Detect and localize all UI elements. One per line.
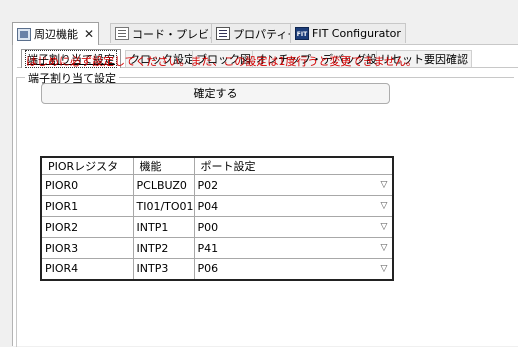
- cell-register: PIOR3: [40, 237, 134, 259]
- cell-register: PIOR4: [40, 258, 134, 280]
- table-row: PIOR3 INTP2 P41 ▽: [40, 237, 394, 259]
- cell-register: PIOR1: [40, 195, 134, 217]
- port-select-value: P00: [197, 220, 219, 234]
- tab-label: FIT Configurator: [312, 27, 401, 40]
- tab-label: 周辺機能: [34, 28, 78, 41]
- port-select[interactable]: P41 ▽: [193, 237, 394, 259]
- tab-peripheral-functions[interactable]: 周辺機能 ✕: [12, 22, 100, 45]
- cell-function: INTP2: [132, 237, 195, 259]
- code-preview-icon: [115, 27, 129, 40]
- tab-fit-configurator[interactable]: FIT FIT Configurator: [290, 23, 406, 43]
- fit-icon: FIT: [295, 27, 309, 40]
- properties-icon: [216, 27, 230, 40]
- chevron-down-icon[interactable]: ▽: [377, 198, 391, 214]
- table-row: PIOR1 TI01/TO01 P04 ▽: [40, 195, 394, 217]
- tab-label: プロパティー: [233, 27, 299, 41]
- port-select[interactable]: P06 ▽: [193, 258, 394, 280]
- port-select-value: P41: [197, 241, 219, 255]
- table-row: PIOR4 INTP3 P06 ▽: [40, 258, 394, 280]
- port-select[interactable]: P00 ▽: [193, 216, 394, 238]
- column-header-port: ポート設定: [193, 156, 394, 175]
- port-select-value: P02: [197, 178, 219, 192]
- close-icon[interactable]: ✕: [84, 27, 94, 41]
- chevron-down-icon[interactable]: ▽: [377, 261, 391, 277]
- confirm-button[interactable]: 確定する: [41, 83, 390, 104]
- cell-register: PIOR0: [40, 174, 134, 196]
- cell-function: INTP1: [132, 216, 195, 238]
- chevron-down-icon[interactable]: ▽: [377, 240, 391, 256]
- chip-icon: [17, 27, 31, 41]
- port-select[interactable]: P04 ▽: [193, 195, 394, 217]
- chevron-down-icon[interactable]: ▽: [377, 177, 391, 193]
- notice-text: はじめに必ず設定してください。また、この設定は1度行うと変更できません。: [26, 55, 418, 68]
- port-select[interactable]: P02 ▽: [193, 174, 394, 196]
- cell-register: PIOR2: [40, 216, 134, 238]
- cell-function: INTP3: [132, 258, 195, 280]
- column-header-function: 機能: [132, 156, 195, 175]
- column-header-pior: PIORレジスタ: [40, 156, 134, 175]
- pior-table: PIORレジスタ 機能 ポート設定 PIOR0 PCLBUZ0 P02 ▽ PI…: [40, 156, 394, 281]
- table-row: PIOR2 INTP1 P00 ▽: [40, 216, 394, 238]
- table-header-row: PIORレジスタ 機能 ポート設定: [40, 156, 394, 175]
- cell-function: TI01/TO01: [132, 195, 195, 217]
- table-row: PIOR0 PCLBUZ0 P02 ▽: [40, 174, 394, 196]
- cell-function: PCLBUZ0: [132, 174, 195, 196]
- chevron-down-icon[interactable]: ▽: [377, 219, 391, 235]
- port-select-value: P04: [197, 199, 219, 213]
- port-select-value: P06: [197, 262, 219, 276]
- editor-tab-strip: 周辺機能 ✕ コード・プレビュー プロパティー FIT FIT Configur…: [12, 22, 518, 45]
